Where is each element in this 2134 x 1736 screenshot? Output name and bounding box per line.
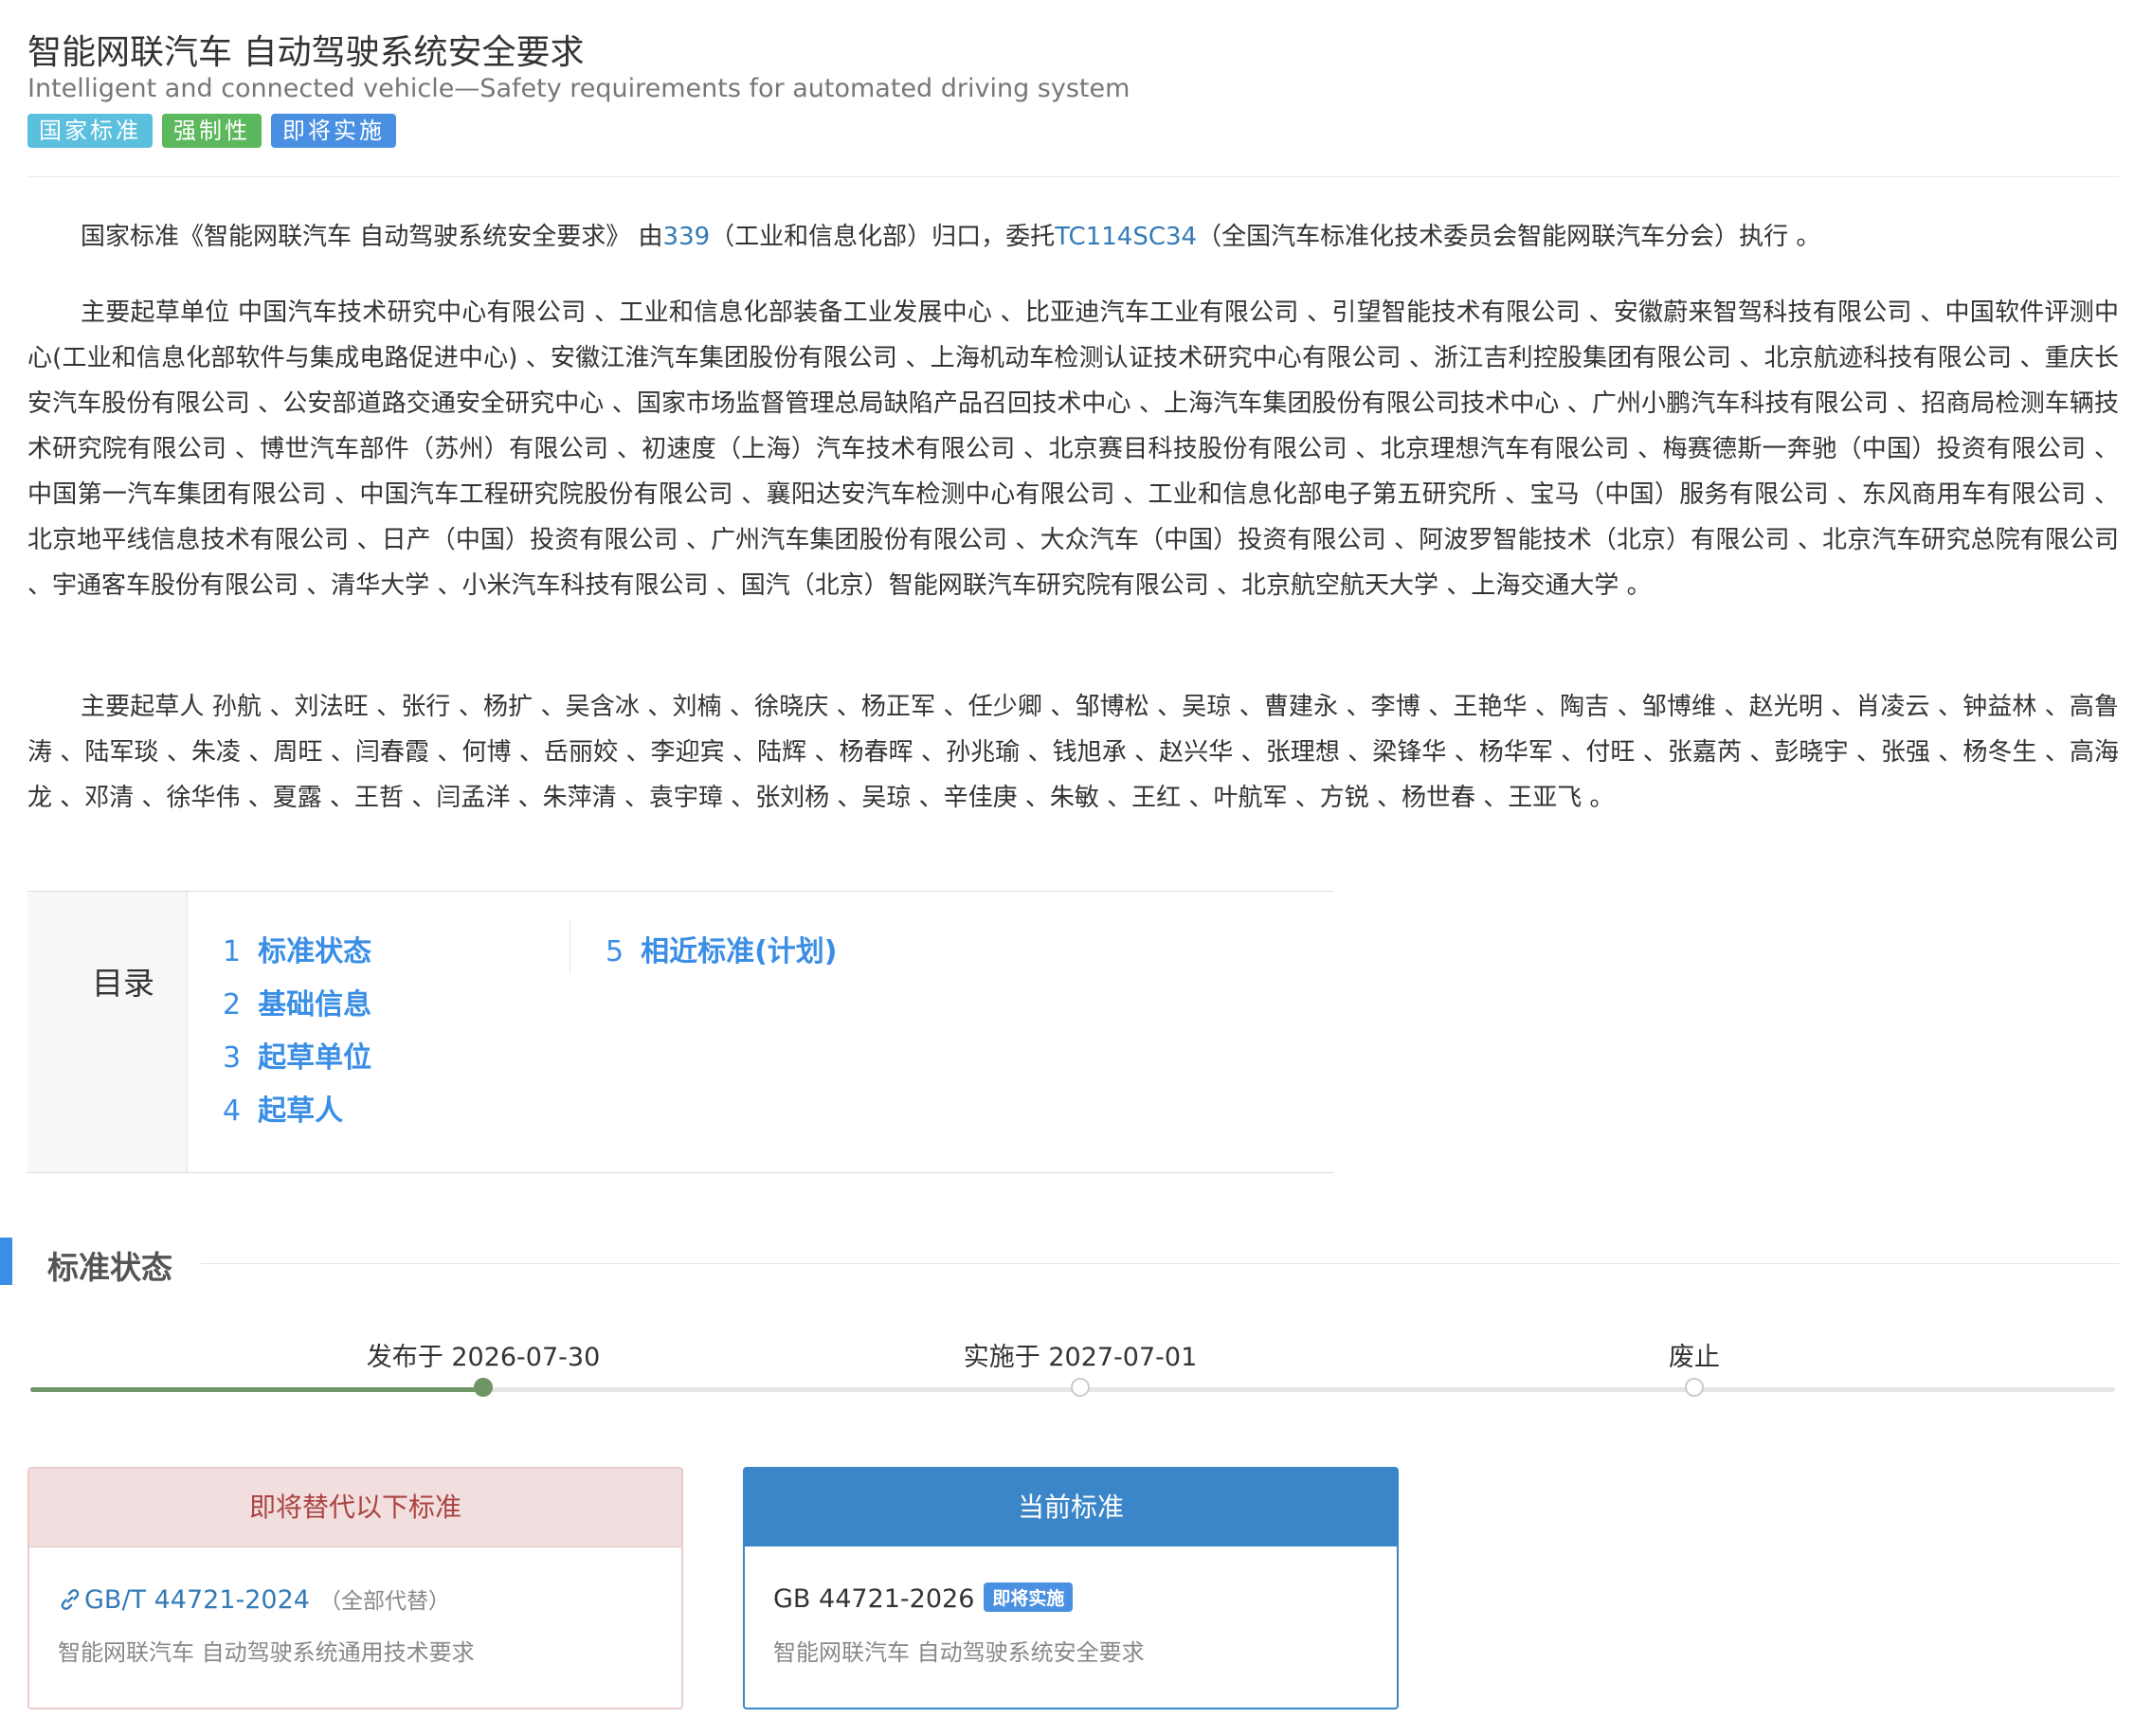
current-card-header: 当前标准 [745,1469,1397,1546]
committee-link[interactable]: 339 [663,223,711,251]
toc-item-drafters[interactable]: 4 起草人 [223,1087,343,1129]
toc-item-label: 起草人 [258,1094,344,1128]
timeline-dot-published [474,1378,493,1397]
replaced-standard-link[interactable]: GB/T 44721-2024 （全部代替） [58,1582,450,1615]
toc-item-drafting-units[interactable]: 3 起草单位 [223,1034,371,1076]
timeline-label-abolished: 废止 [1669,1343,1720,1372]
timeline-dot-effective [1071,1378,1090,1397]
badge-national-standard: 国家标准 [27,114,153,148]
intro-text: （工业和信息化部）归口，委托 [710,223,1056,251]
section-title-status: 标准状态 [47,1249,172,1286]
replaced-standard-name: 智能网联汽车 自动驾驶系统通用技术要求 [58,1639,475,1666]
current-standard-name: 智能网联汽车 自动驾驶系统安全要求 [773,1639,1145,1666]
tc-link[interactable]: TC114SC34 [1055,223,1197,251]
timeline-label-effective: 实施于 2027-07-01 [963,1343,1198,1372]
section-divider [201,1263,2119,1264]
replacement-note: （全部代替） [318,1589,450,1614]
replaced-standard-code[interactable]: GB/T 44721-2024 [84,1585,310,1615]
intro-paragraph: 国家标准《智能网联汽车 自动驾驶系统安全要求》 由339（工业和信息化部）归口，… [27,214,2119,260]
page-title: 智能网联汽车 自动驾驶系统安全要求 [27,33,585,72]
toc-item-label: 基础信息 [258,988,372,1022]
toc-item-basic-info[interactable]: 2 基础信息 [223,981,371,1022]
toc-item-number: 3 [223,1041,242,1075]
link-icon [61,1589,80,1610]
toc-item-status[interactable]: 1 标准状态 [223,928,371,969]
toc-label-cell: 目录 [27,892,188,1172]
intro-text: 国家标准《智能网联汽车 自动驾驶系统安全要求》 由 [81,223,663,251]
toc-item-label: 相近标准(计划) [641,935,838,968]
current-standard-code: GB 44721-2026 [773,1584,975,1614]
current-standard-card: 当前标准 GB 44721-2026 即将实施 智能网联汽车 自动驾驶系统安全要求 [743,1467,1399,1709]
header-divider [27,176,2119,177]
toc-item-number: 5 [606,935,624,968]
badge-upcoming: 即将实施 [271,114,396,148]
toc-item-label: 标准状态 [258,935,372,968]
badge-mandatory: 强制性 [162,114,262,148]
drafters-paragraph: 主要起草人 孙航 、刘法旺 、张行 、杨扩 、吴含冰 、刘楠 、徐晓庆 、杨正军… [27,693,2119,812]
toc-item-similar-standards[interactable]: 5 相近标准(计划) [606,928,838,969]
section-accent-bar [0,1238,12,1285]
timeline-label-published: 发布于 2026-07-30 [366,1343,601,1372]
current-standard-code-row: GB 44721-2026 即将实施 [773,1582,1074,1614]
toc-item-number: 2 [223,988,242,1022]
toc-item-number: 1 [223,935,242,968]
timeline-progress [30,1387,483,1392]
toc-label: 目录 [92,965,154,1002]
current-status-badge: 即将实施 [984,1582,1074,1612]
timeline-dot-abolished [1685,1378,1704,1397]
page-subtitle: Intelligent and connected vehicle—Safety… [27,74,1130,103]
table-of-contents: 目录 1 标准状态 2 基础信息 3 起草单位 4 起草人 5 相近标准(计划) [27,891,1333,1173]
toc-item-number: 4 [223,1094,242,1128]
intro-text: （全国汽车标准化技术委员会智能网联汽车分会）执行 。 [1197,223,1821,251]
replaced-standard-card: 即将替代以下标准 GB/T 44721-2024 （全部代替） 智能网联汽车 自动… [27,1467,683,1709]
badge-row: 国家标准 强制性 即将实施 [27,114,396,148]
drafting-units-paragraph: 主要起草单位 中国汽车技术研究中心有限公司 、工业和信息化部装备工业发展中心 、… [27,298,2119,600]
replaced-card-header: 即将替代以下标准 [29,1469,681,1547]
toc-item-label: 起草单位 [258,1041,372,1075]
